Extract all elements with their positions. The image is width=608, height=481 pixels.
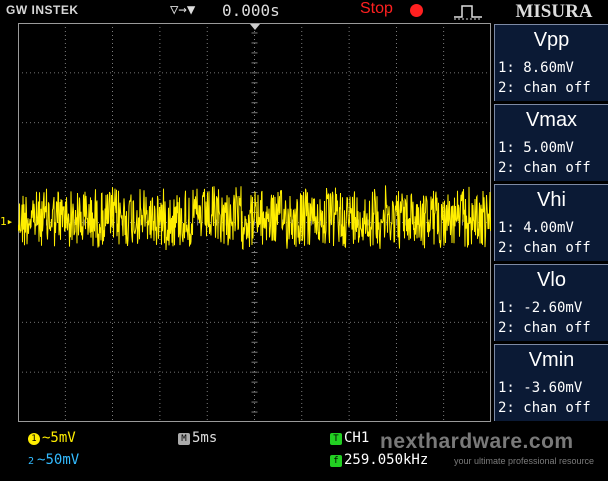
- trigger-badge-icon: T: [330, 433, 342, 445]
- measure-ch1-value: 1: 8.60mV: [498, 60, 574, 76]
- measure-panel-title: MISURA: [515, 1, 593, 22]
- horizontal-position: 0.000s: [222, 1, 280, 20]
- ch2-scale[interactable]: 2 ~50mV: [28, 452, 79, 468]
- measurement-panel: Vpp 1: 8.60mV 2: chan off Vmax 1: 5.00mV…: [494, 24, 608, 424]
- measure-name: Vmin: [528, 349, 575, 371]
- timebase[interactable]: M 5ms: [178, 430, 217, 446]
- trigger-source[interactable]: T CH1: [330, 430, 369, 446]
- trigger-mode-icon: ▽→▼: [170, 2, 196, 18]
- stop-indicator-icon: [410, 4, 423, 17]
- timebase-value: 5ms: [192, 430, 218, 446]
- measure-ch2-value: 2: chan off: [498, 240, 591, 256]
- measure-name: Vlo: [537, 269, 566, 291]
- measure-name: Vhi: [537, 189, 566, 211]
- measure-ch1-value: 1: 4.00mV: [498, 220, 574, 236]
- measure-ch2-value: 2: chan off: [498, 320, 591, 336]
- measure-ch1-value: 1: 5.00mV: [498, 140, 574, 156]
- measure-ch2-value: 2: chan off: [498, 80, 591, 96]
- ch2-badge-icon: 2: [28, 456, 35, 467]
- run-stop-status[interactable]: Stop: [360, 0, 393, 18]
- waveform-display[interactable]: [18, 23, 491, 422]
- measure-vmax[interactable]: Vmax 1: 5.00mV 2: chan off: [494, 104, 608, 181]
- frequency-badge-icon: f: [330, 455, 342, 467]
- ch1-ground-marker[interactable]: 1▸: [0, 215, 16, 229]
- measure-ch1-value: 1: -3.60mV: [498, 380, 583, 396]
- trigger-position-icon: [250, 24, 260, 30]
- measure-vpp[interactable]: Vpp 1: 8.60mV 2: chan off: [494, 24, 608, 101]
- measure-vlo[interactable]: Vlo 1: -2.60mV 2: chan off: [494, 264, 608, 341]
- measure-name: Vmax: [525, 109, 578, 131]
- measure-vmin[interactable]: Vmin 1: -3.60mV 2: chan off: [494, 344, 608, 421]
- status-bar: GW INSTEK ▽→▼ 0.000s Stop MISURA: [0, 0, 608, 22]
- measure-vhi[interactable]: Vhi 1: 4.00mV 2: chan off: [494, 184, 608, 261]
- ch2-scale-value: ~50mV: [37, 452, 80, 468]
- frequency-value: 259.050kHz: [344, 452, 429, 468]
- measure-ch2-value: 2: chan off: [498, 400, 591, 416]
- ch1-waveform: [18, 185, 491, 251]
- trigger-edge-icon: [454, 5, 482, 20]
- watermark-logo: nexthardware.com: [380, 430, 574, 453]
- brand-logo: GW INSTEK: [6, 3, 79, 17]
- measure-name: Vpp: [533, 29, 570, 51]
- trigger-source-value: CH1: [344, 430, 370, 446]
- measure-ch2-value: 2: chan off: [498, 160, 591, 176]
- ch1-scale-value: ~5mV: [42, 430, 76, 446]
- ch1-badge-icon: 1: [28, 433, 40, 445]
- frequency-counter: f 259.050kHz: [330, 452, 428, 468]
- ch1-scale[interactable]: 1 ~5mV: [28, 430, 76, 446]
- measure-ch1-value: 1: -2.60mV: [498, 300, 583, 316]
- timebase-badge-icon: M: [178, 433, 190, 445]
- watermark-tagline: your ultimate professional resource: [454, 456, 595, 466]
